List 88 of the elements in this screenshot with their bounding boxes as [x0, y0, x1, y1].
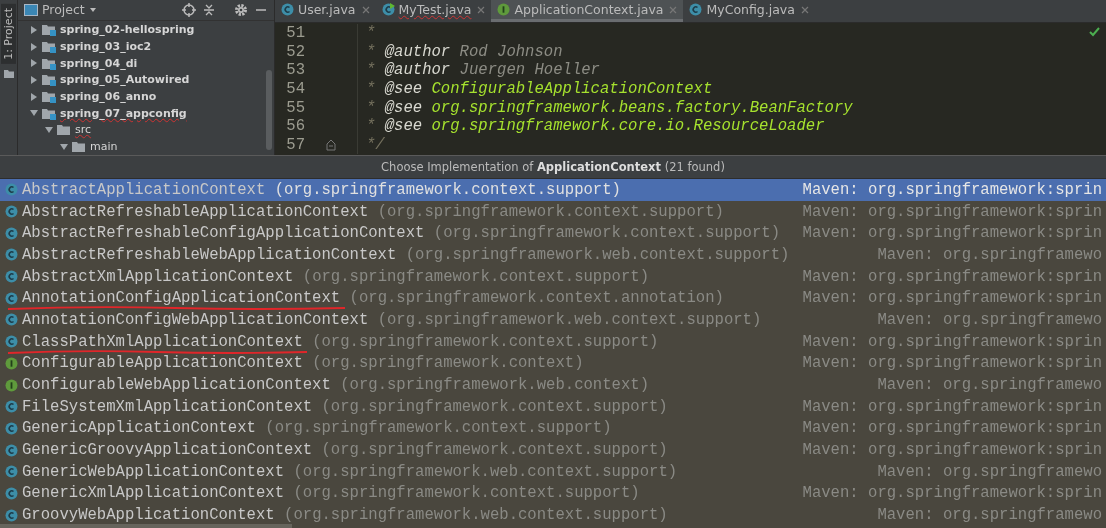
line-number: 51: [285, 24, 305, 43]
checkmark-icon: [1089, 27, 1100, 37]
collapsed-arrow-icon[interactable]: [30, 59, 38, 68]
line-number: 55: [285, 98, 305, 117]
tree-item[interactable]: spring_07_appconfig: [60, 106, 187, 120]
implementation-item[interactable]: GenericApplicationContext (org.springframework.context.support) Maven: org.springframework:sprin: [0, 417, 1106, 440]
collapsed-arrow-icon[interactable]: [30, 75, 38, 84]
line-number: 52: [285, 42, 305, 61]
class-icon: [4, 270, 18, 284]
tree-item[interactable]: spring_03_ioc2: [60, 40, 152, 54]
class-icon: [4, 248, 18, 262]
implementation-item[interactable]: ConfigurableApplicationContext (org.springframework.context) Maven: org.springframework:sprin: [0, 352, 1106, 375]
implementation-item[interactable]: ConfigurableWebApplicationContext (org.springframework.web.context) Maven: org.springframewo: [0, 374, 1106, 396]
code-line: * @author Juergen Hoeller: [365, 61, 600, 80]
module-folder-icon: [42, 90, 56, 104]
expanded-arrow-icon[interactable]: [30, 109, 38, 118]
tree-item[interactable]: spring_02-hellospring: [60, 23, 195, 37]
implementation-item[interactable]: AbstractApplicationContext (org.springframework.context.support) Maven: org.springframework:sprin: [0, 179, 1106, 201]
editor-tab[interactable]: MyTest.java: [375, 0, 492, 22]
implementation-item[interactable]: AnnotationConfigApplicationContext (org.springframework.context.annotation) Maven: org.springframework:sprin: [0, 287, 1106, 310]
settings-icon[interactable]: [234, 2, 248, 17]
module-folder-icon: [42, 23, 56, 37]
code-line: * @see ConfigurableApplicationContext: [365, 80, 713, 99]
class-icon: [4, 421, 18, 435]
interface-icon: [4, 356, 18, 370]
implementation-item[interactable]: AbstractXmlApplicationContext (org.springframework.context.support) Maven: org.springframework:sprin: [0, 265, 1106, 288]
tree-item[interactable]: spring_05_Autowired: [60, 73, 190, 87]
class-icon: [281, 3, 294, 16]
class-icon: [4, 465, 18, 479]
implementation-item[interactable]: AbstractRefreshableConfigApplicationContext (org.springframework.context.support) Maven: org.springframework:sprin: [0, 222, 1106, 245]
implementation-item[interactable]: GenericGroovyApplicationContext (org.springframework.context.support) Maven: org.springframework:sprin: [0, 439, 1106, 461]
code-line: * @see org.springframework.core.io.ResourceLoader: [365, 117, 825, 136]
editor-tab[interactable]: MyConfig.java: [683, 0, 815, 22]
project-view-selector[interactable]: Project: [24, 2, 97, 18]
implementation-item[interactable]: AnnotationConfigWebApplicationContext (org.springframework.web.context.support) Maven: org.springframewo: [0, 309, 1106, 331]
class-icon: [689, 3, 703, 16]
panel-icon: [24, 2, 38, 17]
class-icon: [4, 400, 18, 414]
runnable-class-icon: [381, 3, 395, 16]
interface-icon: [4, 378, 18, 392]
class-icon: [4, 226, 18, 240]
code-line: */: [365, 135, 385, 154]
expanded-arrow-icon[interactable]: [45, 125, 53, 134]
class-icon: [4, 291, 18, 305]
tree-item[interactable]: spring_04_di: [60, 56, 138, 70]
tree-item[interactable]: src: [75, 123, 92, 137]
code-line: * @see org.springframework.beans.factory.BeanFactory: [365, 98, 853, 117]
expanded-arrow-icon[interactable]: [60, 142, 68, 151]
fold-icon[interactable]: [325, 138, 337, 152]
collapsed-arrow-icon[interactable]: [30, 25, 38, 34]
implementation-item[interactable]: GenericXmlApplicationContext (org.springframework.context.support) Maven: org.springframework:sprin: [0, 482, 1106, 505]
class-icon: [4, 335, 18, 349]
line-number: 53: [285, 61, 305, 80]
class-icon: [4, 443, 18, 457]
editor-tab[interactable]: ApplicationContext.java: [491, 0, 684, 22]
class-icon: [4, 205, 18, 219]
line-number: 56: [285, 117, 305, 136]
folder-icon: [2, 67, 15, 79]
dropdown-caret-icon: [88, 5, 97, 14]
crosshair-icon[interactable]: [182, 2, 196, 17]
interface-icon: [497, 3, 511, 16]
implementation-item[interactable]: AbstractRefreshableApplicationContext (org.springframework.context.support) Maven: org.springframework:sprin: [0, 200, 1106, 223]
line-number: 57: [285, 135, 305, 154]
popup-title: Choose Implementation of ApplicationContext (21 found): [381, 160, 725, 174]
editor-tab[interactable]: User.java: [275, 0, 376, 22]
implementation-item[interactable]: AbstractRefreshableWebApplicationContext (org.springframework.web.context.support) Maven: org.springframewo: [0, 244, 1106, 266]
module-folder-icon: [42, 56, 56, 70]
tree-item[interactable]: spring_06_anno: [60, 90, 157, 104]
collapsed-arrow-icon[interactable]: [30, 42, 38, 51]
collapsed-arrow-icon[interactable]: [30, 92, 38, 101]
folder-icon: [57, 123, 71, 137]
implementation-item[interactable]: GroovyWebApplicationContext (org.springframework.web.context.support) Maven: org.springframewo: [0, 504, 1106, 526]
module-folder-icon: [42, 40, 56, 54]
tool-window-tab[interactable]: 1: Project: [1, 4, 16, 64]
implementation-item[interactable]: ClassPathXmlApplicationContext (org.springframework.context.support) Maven: org.springframework:sprin: [0, 330, 1106, 353]
implementation-item[interactable]: FileSystemXmlApplicationContext (org.springframework.context.support) Maven: org.springframework:sprin: [0, 395, 1106, 418]
code-line: *: [365, 24, 376, 43]
tree-item[interactable]: main: [90, 140, 118, 154]
line-number: 54: [285, 80, 305, 99]
module-folder-icon: [42, 73, 56, 87]
implementation-item[interactable]: GenericWebApplicationContext (org.springframework.web.context.support) Maven: org.springframewo: [0, 460, 1106, 483]
module-folder-icon: [42, 106, 56, 120]
collapse-icon[interactable]: [202, 2, 216, 17]
code-line: * @author Rod Johnson: [365, 42, 563, 61]
class-icon: [4, 313, 18, 327]
class-icon: [4, 486, 18, 500]
class-icon: [4, 183, 18, 197]
class-icon: [4, 508, 18, 522]
